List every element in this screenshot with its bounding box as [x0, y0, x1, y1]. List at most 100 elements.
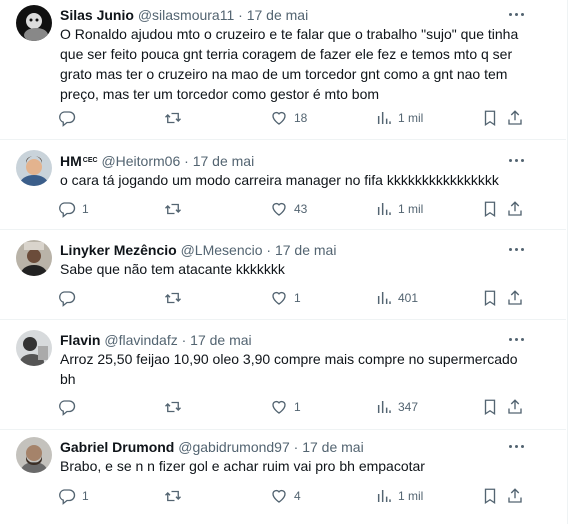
user-handle[interactable]: @silasmoura11: [138, 7, 234, 23]
retweet-button[interactable]: [164, 288, 182, 308]
separator: ·: [238, 7, 243, 23]
user-handle[interactable]: @gabidrumond97: [178, 439, 290, 455]
user-handle[interactable]: @Heitorm06: [101, 153, 180, 169]
tweet-text: Sabe que não tem atacante kkkkkkk: [60, 261, 285, 277]
views-button[interactable]: 347: [376, 397, 418, 417]
tweet-item[interactable]: Linyker Mezêncio @LMesencio · 17 de mai …: [0, 230, 566, 320]
retweet-button[interactable]: [164, 397, 182, 417]
like-button[interactable]: 1: [270, 288, 301, 308]
post-date[interactable]: 17 de mai: [247, 7, 308, 23]
display-name[interactable]: Silas Junio: [60, 7, 134, 23]
tweet-item[interactable]: Flavin @flavindafz · 17 de mai Arroz 25,…: [0, 320, 566, 430]
views-chart-icon: [377, 112, 391, 124]
view-count: 1 mil: [398, 489, 424, 503]
heart-icon: [272, 400, 286, 414]
display-name[interactable]: Linyker Mezêncio: [60, 242, 177, 258]
tweet-header: Flavin @flavindafz · 17 de mai: [60, 331, 252, 349]
share-button[interactable]: [506, 486, 524, 506]
more-horizontal-icon[interactable]: [506, 6, 526, 22]
share-button[interactable]: [506, 199, 524, 219]
tweet-item[interactable]: Gabriel Drumond @gabidrumond97 · 17 de m…: [0, 430, 566, 524]
retweet-icon: [165, 401, 181, 413]
retweet-button[interactable]: [164, 108, 182, 128]
share-button[interactable]: [506, 288, 524, 308]
tweet-item[interactable]: HMCEC @Heitorm06 · 17 de mai o cara tá j…: [0, 140, 566, 230]
post-date[interactable]: 17 de mai: [190, 332, 251, 348]
tweet-text: Brabo, e se n n fizer gol e achar ruim v…: [60, 458, 425, 474]
bookmark-icon: [484, 110, 496, 127]
like-count: 1: [294, 291, 301, 305]
tweet-actions: 1 43 1 mil: [0, 199, 566, 219]
avatar[interactable]: [16, 437, 52, 473]
like-button[interactable]: 1: [270, 397, 301, 417]
user-handle[interactable]: @LMesencio: [181, 242, 263, 258]
more-horizontal-icon[interactable]: [506, 152, 526, 168]
separator: ·: [266, 242, 272, 258]
views-button[interactable]: 1 mil: [376, 199, 423, 219]
tweet-actions: 1 401: [0, 288, 566, 308]
post-date[interactable]: 17 de mai: [302, 439, 363, 455]
retweet-button[interactable]: [164, 486, 182, 506]
bookmark-icon: [484, 290, 496, 307]
bookmark-button[interactable]: [481, 199, 499, 219]
reply-button[interactable]: [58, 288, 76, 308]
like-button[interactable]: 4: [270, 486, 301, 506]
bookmark-button[interactable]: [481, 397, 499, 417]
view-count: 1 mil: [398, 202, 424, 216]
bookmark-button[interactable]: [481, 288, 499, 308]
more-horizontal-icon[interactable]: [506, 241, 526, 257]
retweet-button[interactable]: [164, 199, 182, 219]
avatar[interactable]: [16, 150, 52, 186]
post-date[interactable]: 17 de mai: [275, 242, 336, 258]
tweet-actions: 1 347: [0, 397, 566, 417]
avatar[interactable]: [16, 5, 52, 41]
retweet-icon: [165, 112, 181, 124]
reply-button[interactable]: 1: [58, 486, 89, 506]
bookmark-button[interactable]: [481, 108, 499, 128]
bookmark-button[interactable]: [481, 486, 499, 506]
display-name[interactable]: Flavin: [60, 332, 100, 348]
bookmark-icon: [484, 201, 496, 218]
views-button[interactable]: 1 mil: [376, 486, 423, 506]
share-button[interactable]: [506, 397, 524, 417]
avatar[interactable]: [16, 330, 52, 366]
tweet-actions: 18 1 mil: [0, 108, 566, 128]
tweet-item[interactable]: Silas Junio @silasmoura11 · 17 de mai O …: [0, 0, 566, 140]
view-count: 401: [398, 291, 419, 305]
bookmark-icon: [484, 399, 496, 416]
more-horizontal-icon[interactable]: [506, 331, 526, 347]
retweet-icon: [165, 490, 181, 502]
reply-icon: [59, 489, 76, 505]
tweet-text: o cara tá jogando um modo carreira manag…: [60, 172, 499, 188]
share-icon: [508, 290, 522, 305]
tweet-text: Arroz 25,50 feijao 10,90 oleo 3,90 compr…: [60, 351, 518, 387]
separator: ·: [184, 153, 189, 169]
views-button[interactable]: 401: [376, 288, 418, 308]
reply-icon: [59, 111, 76, 127]
like-count: 43: [294, 202, 308, 216]
like-button[interactable]: 43: [270, 199, 307, 219]
reply-button[interactable]: [58, 108, 76, 128]
post-date[interactable]: 17 de mai: [193, 153, 254, 169]
reply-icon: [59, 202, 76, 218]
separator: ·: [293, 439, 299, 455]
separator: ·: [181, 332, 187, 348]
more-horizontal-icon[interactable]: [506, 438, 526, 454]
share-button[interactable]: [506, 108, 524, 128]
reply-icon: [59, 400, 76, 416]
share-icon: [508, 488, 522, 503]
tweet-header: Silas Junio @silasmoura11 · 17 de mai: [60, 6, 308, 24]
tweet-header: Gabriel Drumond @gabidrumond97 · 17 de m…: [60, 438, 364, 456]
tweet-header: HMCEC @Heitorm06 · 17 de mai: [60, 152, 254, 170]
share-icon: [508, 201, 522, 216]
reply-count: 1: [82, 202, 89, 216]
like-count: 18: [294, 111, 308, 125]
views-button[interactable]: 1 mil: [376, 108, 423, 128]
display-name[interactable]: Gabriel Drumond: [60, 439, 174, 455]
reply-button[interactable]: [58, 397, 76, 417]
user-handle[interactable]: @flavindafz: [104, 332, 177, 348]
reply-button[interactable]: 1: [58, 199, 89, 219]
avatar[interactable]: [16, 240, 52, 276]
like-button[interactable]: 18: [270, 108, 307, 128]
display-name[interactable]: HM: [60, 153, 82, 169]
